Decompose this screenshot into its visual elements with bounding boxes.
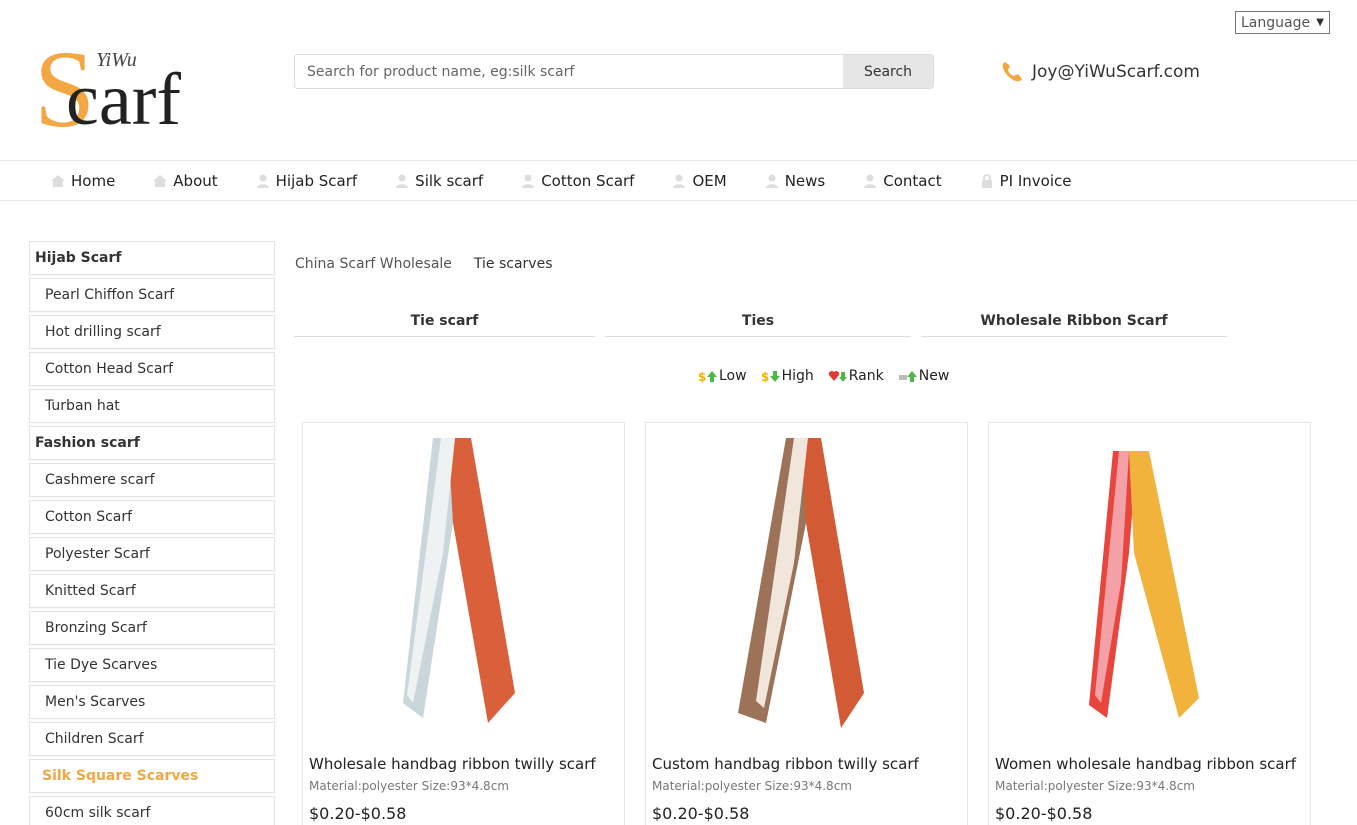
- nav-item-news[interactable]: News: [764, 171, 826, 190]
- scarf-image: [403, 438, 515, 723]
- product-meta: Material:polyester Size:93*4.8cm: [309, 779, 509, 793]
- phone-icon: [1002, 62, 1022, 82]
- heart-rank-icon: [828, 371, 847, 382]
- sidebar-item-cotton-head-scarf[interactable]: Cotton Head Scarf: [29, 352, 275, 386]
- sort-label: Rank: [848, 368, 884, 384]
- home-icon: [153, 174, 168, 187]
- email-text: Joy@YiWuScarf.com: [1032, 62, 1200, 82]
- sort-new[interactable]: New: [898, 368, 950, 384]
- nav-item-home[interactable]: Home: [50, 172, 115, 190]
- sidebar-head-fashion-scarf[interactable]: Fashion scarf: [29, 426, 275, 460]
- search-box: Search: [294, 54, 934, 89]
- user-icon: [864, 174, 877, 188]
- scarf-image: [1089, 451, 1199, 718]
- subcategory-tabs: Tie scarf Ties Wholesale Ribbon Scarf: [294, 313, 1227, 337]
- language-select-value: Language: [1241, 14, 1311, 31]
- svg-text:$: $: [761, 370, 769, 383]
- breadcrumb-current[interactable]: Tie scarves: [474, 256, 553, 272]
- sidebar-item-children-scarf[interactable]: Children Scarf: [29, 722, 275, 756]
- nav-label: Cotton Scarf: [541, 171, 635, 190]
- product-card[interactable]: Women wholesale handbag ribbon scarf Mat…: [988, 422, 1311, 825]
- nav-item-pi-invoice[interactable]: PI Invoice: [979, 171, 1072, 190]
- sort-label: New: [918, 368, 950, 384]
- product-meta: Material:polyester Size:93*4.8cm: [652, 779, 852, 793]
- product-title[interactable]: Women wholesale handbag ribbon scarf: [995, 755, 1296, 773]
- user-icon: [765, 174, 778, 188]
- nav-label: Contact: [883, 171, 942, 190]
- search-button[interactable]: Search: [843, 55, 933, 88]
- nav-label: News: [784, 171, 826, 190]
- product-card[interactable]: Custom handbag ribbon twilly scarf Mater…: [645, 422, 968, 825]
- sidebar-item-turban-hat[interactable]: Turban hat: [29, 389, 275, 423]
- nav-item-contact[interactable]: Contact: [862, 171, 942, 190]
- breadcrumb: China Scarf Wholesale Tie scarves: [295, 256, 553, 272]
- logo-mark: S carf YiWu: [34, 28, 181, 150]
- product-price: $0.20-$0.58: [995, 804, 1093, 823]
- chevron-down-icon: ▼: [1316, 17, 1324, 28]
- nav-label: Hijab Scarf: [275, 171, 358, 190]
- product-image[interactable]: [303, 433, 624, 733]
- lock-icon: [981, 173, 992, 188]
- subcategory-tie-scarf[interactable]: Tie scarf: [294, 313, 595, 337]
- sort-rank[interactable]: Rank: [828, 368, 884, 384]
- sidebar-item-polyester-scarf[interactable]: Polyester Scarf: [29, 537, 275, 571]
- scarf-image: [738, 438, 864, 728]
- user-icon: [522, 174, 535, 188]
- sort-bar: $ Low $ High Rank New: [698, 368, 949, 384]
- nav-item-cotton-scarf[interactable]: Cotton Scarf: [520, 172, 634, 190]
- nav-label: About: [173, 171, 218, 190]
- nav-item-oem[interactable]: OEM: [671, 171, 727, 190]
- nav-item-hijab-scarf[interactable]: Hijab Scarf: [255, 171, 358, 190]
- product-title[interactable]: Wholesale handbag ribbon twilly scarf: [309, 755, 596, 773]
- sidebar-item-knitted-scarf[interactable]: Knitted Scarf: [29, 574, 275, 608]
- sort-label: High: [781, 368, 814, 384]
- product-price: $0.20-$0.58: [652, 804, 750, 823]
- sort-price-low[interactable]: $ Low: [698, 368, 747, 384]
- subcategory-wholesale-ribbon-scarf[interactable]: Wholesale Ribbon Scarf: [921, 313, 1227, 337]
- nav-label: Home: [71, 171, 116, 190]
- sidebar-item-pearl-chiffon-scarf[interactable]: Pearl Chiffon Scarf: [29, 278, 275, 312]
- home-icon: [51, 174, 65, 187]
- product-grid: Wholesale handbag ribbon twilly scarf Ma…: [302, 422, 1311, 825]
- new-arrow-icon: [898, 371, 917, 382]
- sort-price-high[interactable]: $ High: [761, 368, 814, 384]
- logo-small: YiWu: [96, 49, 137, 71]
- product-image[interactable]: [646, 433, 967, 733]
- subcategory-ties[interactable]: Ties: [605, 313, 911, 337]
- product-card[interactable]: Wholesale handbag ribbon twilly scarf Ma…: [302, 422, 625, 825]
- sidebar-item-cotton-scarf[interactable]: Cotton Scarf: [29, 500, 275, 534]
- product-meta: Material:polyester Size:93*4.8cm: [995, 779, 1195, 793]
- nav-item-about[interactable]: About: [152, 171, 218, 190]
- sidebar-item-mens-scarves[interactable]: Men's Scarves: [29, 685, 275, 719]
- product-image[interactable]: [989, 433, 1310, 733]
- breadcrumb-root[interactable]: China Scarf Wholesale: [295, 256, 452, 272]
- sidebar-item-tie-dye-scarves[interactable]: Tie Dye Scarves: [29, 648, 275, 682]
- sidebar-item-60cm-silk-scarf[interactable]: 60cm silk scarf: [29, 796, 275, 825]
- product-title[interactable]: Custom handbag ribbon twilly scarf: [652, 755, 919, 773]
- user-icon: [256, 174, 269, 188]
- user-icon: [673, 174, 686, 188]
- product-price: $0.20-$0.58: [309, 804, 407, 823]
- nav-item-silk-scarf[interactable]: Silk scarf: [394, 172, 483, 190]
- sidebar-item-silk-square-scarves[interactable]: Silk Square Scarves: [29, 759, 275, 793]
- sidebar-head-hijab-scarf[interactable]: Hijab Scarf: [29, 241, 275, 275]
- price-down-icon: $: [761, 370, 780, 383]
- user-icon: [396, 174, 409, 188]
- nav-label: Silk scarf: [415, 171, 484, 190]
- language-select[interactable]: Language ▼: [1235, 11, 1330, 34]
- sort-label: Low: [719, 368, 747, 384]
- nav-label: OEM: [692, 171, 727, 190]
- site-logo[interactable]: S carf YiWu: [32, 28, 217, 150]
- main-nav: Home About Hijab Scarf Silk scarf Cotton…: [0, 160, 1357, 201]
- sidebar-item-hot-drilling-scarf[interactable]: Hot drilling scarf: [29, 315, 275, 349]
- svg-text:$: $: [698, 370, 706, 383]
- price-up-icon: $: [698, 370, 717, 383]
- search-input[interactable]: [295, 55, 843, 88]
- sidebar-item-cashmere-scarf[interactable]: Cashmere scarf: [29, 463, 275, 497]
- category-sidebar: Hijab Scarf Pearl Chiffon Scarf Hot dril…: [29, 241, 275, 825]
- nav-label: PI Invoice: [999, 171, 1072, 190]
- sidebar-item-bronzing-scarf[interactable]: Bronzing Scarf: [29, 611, 275, 645]
- contact-email[interactable]: Joy@YiWuScarf.com: [1000, 60, 1200, 84]
